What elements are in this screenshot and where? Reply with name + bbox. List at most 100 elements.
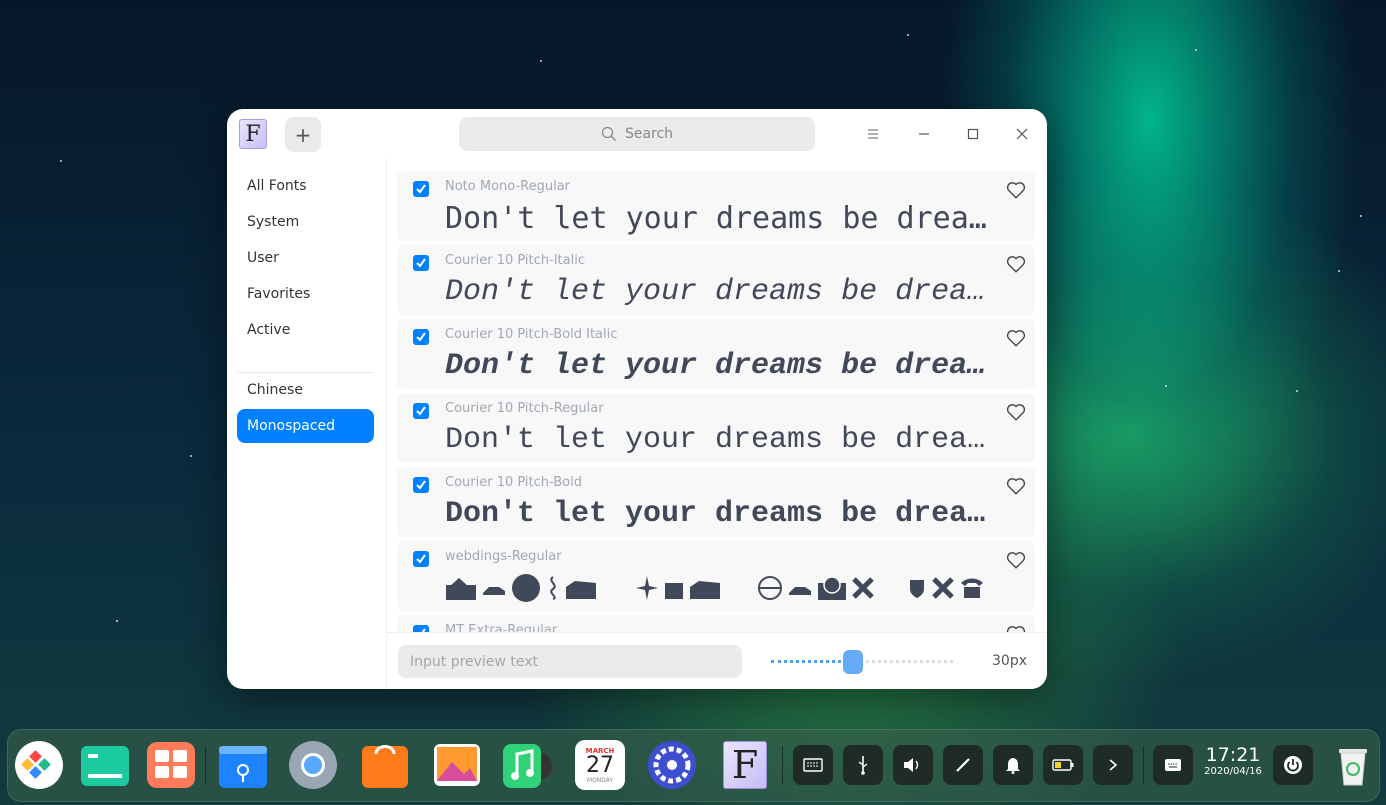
- enable-checkbox[interactable]: [413, 329, 429, 345]
- add-font-button[interactable]: +: [285, 117, 321, 152]
- input-method-tray-button[interactable]: [1153, 745, 1193, 785]
- close-button[interactable]: [1010, 122, 1034, 146]
- bell-icon: [1006, 758, 1020, 774]
- slider-track-empty: [853, 660, 953, 663]
- screenshot-tray-button[interactable]: [943, 745, 983, 785]
- font-preview: Don't let your dreams be dreams: [445, 423, 995, 457]
- sidebar-item-user[interactable]: User: [237, 241, 374, 275]
- search-placeholder: Search: [624, 126, 674, 142]
- trash-icon[interactable]: [1328, 740, 1378, 790]
- car-icon: [483, 587, 505, 595]
- enable-checkbox[interactable]: [413, 403, 429, 419]
- font-row[interactable]: Courier 10 Pitch-Bold Italic Don't let y…: [397, 319, 1035, 389]
- usb-tray-button[interactable]: [843, 745, 883, 785]
- power-tray-button[interactable]: [1273, 745, 1313, 785]
- circle-icon: [512, 574, 540, 602]
- enable-checkbox[interactable]: [413, 255, 429, 271]
- enable-checkbox[interactable]: [413, 181, 429, 197]
- sidebar: All Fonts System User Favorites Active C…: [227, 159, 387, 689]
- calendar-icon[interactable]: MARCH 27 MONDAY: [575, 740, 625, 790]
- heart-icon[interactable]: [1005, 327, 1027, 349]
- check-icon: [416, 480, 426, 490]
- clock-date: 2020/04/16: [1204, 766, 1262, 777]
- maximize-button[interactable]: [961, 122, 985, 146]
- preview-text-input[interactable]: [398, 645, 742, 678]
- battery-tray-button[interactable]: [1043, 745, 1083, 785]
- check-icon: [416, 554, 426, 564]
- font-row[interactable]: Courier 10 Pitch-Regular Don't let your …: [397, 393, 1035, 463]
- x-icon: [852, 577, 874, 599]
- sidebar-item-system[interactable]: System: [237, 205, 374, 239]
- x-icon: [932, 577, 954, 599]
- chevron-right-icon: [1109, 759, 1118, 771]
- font-manager-window: F + Search All Fonts System User Favorit…: [227, 109, 1047, 689]
- font-preview: Don't let your dreams be dreams: [445, 349, 995, 383]
- font-row[interactable]: Courier 10 Pitch-Bold Don't let your dre…: [397, 467, 1035, 537]
- calendar-weekday: MONDAY: [586, 776, 614, 784]
- search-input[interactable]: Search: [459, 117, 815, 151]
- dock-separator: [205, 746, 206, 784]
- car-icon: [789, 587, 811, 595]
- music-player-icon[interactable]: [502, 740, 552, 790]
- heart-icon[interactable]: [1005, 179, 1027, 201]
- keyboard-tray-button[interactable]: [793, 745, 833, 785]
- menu-button[interactable]: [861, 122, 885, 146]
- check-icon: [416, 258, 426, 268]
- font-row[interactable]: Noto Mono-Regular Don't let your dreams …: [397, 171, 1035, 241]
- close-icon: [1016, 128, 1028, 140]
- heart-icon[interactable]: [1005, 475, 1027, 497]
- app-store-icon[interactable]: [360, 740, 410, 790]
- calendar-day: 27: [586, 752, 614, 778]
- heart-icon[interactable]: [1005, 253, 1027, 275]
- slider-track-filled: [771, 660, 853, 663]
- no-entry-icon: [758, 576, 782, 600]
- font-size-slider[interactable]: [771, 650, 953, 674]
- heart-icon[interactable]: [1005, 549, 1027, 571]
- enable-checkbox[interactable]: [413, 625, 429, 632]
- search-icon: [601, 126, 616, 141]
- menu-icon: [868, 129, 878, 139]
- slider-handle[interactable]: [843, 650, 863, 674]
- check-icon: [416, 406, 426, 416]
- notification-tray-button[interactable]: [993, 745, 1033, 785]
- font-row[interactable]: MT Extra-Regular: [397, 615, 1035, 632]
- font-preview: Don't let your dreams be dreams: [445, 497, 995, 531]
- sidebar-item-monospaced[interactable]: Monospaced: [237, 409, 374, 443]
- volume-tray-button[interactable]: [893, 745, 933, 785]
- check-icon: [416, 332, 426, 342]
- font-name: Courier 10 Pitch-Bold: [445, 475, 582, 490]
- clock[interactable]: 17:21 2020/04/16: [1203, 744, 1263, 778]
- titlebar: F + Search: [227, 109, 1047, 159]
- train-icon: [818, 576, 846, 600]
- multitask-view-icon[interactable]: [80, 740, 130, 790]
- font-row[interactable]: Courier 10 Pitch-Italic Don't let your d…: [397, 245, 1035, 315]
- image-viewer-icon[interactable]: [432, 740, 482, 790]
- sidebar-item-favorites[interactable]: Favorites: [237, 277, 374, 311]
- control-center-icon[interactable]: [647, 740, 697, 790]
- maximize-icon: [967, 128, 979, 140]
- app-icon: F: [239, 119, 267, 149]
- sidebar-item-all-fonts[interactable]: All Fonts: [237, 169, 374, 203]
- heart-icon[interactable]: [1005, 623, 1027, 632]
- box-icon: [690, 581, 720, 599]
- enable-checkbox[interactable]: [413, 551, 429, 567]
- workspace-icon[interactable]: [146, 740, 196, 790]
- dock-separator: [1143, 746, 1144, 784]
- enable-checkbox[interactable]: [413, 477, 429, 493]
- font-preview: Don't let your dreams be dreams: [445, 201, 995, 236]
- font-row[interactable]: webdings-Regular: [397, 541, 1035, 611]
- minimize-button[interactable]: [912, 122, 936, 146]
- font-name: Courier 10 Pitch-Italic: [445, 253, 585, 268]
- heart-icon[interactable]: [1005, 401, 1027, 423]
- telephone-icon: [961, 578, 983, 598]
- expand-tray-button[interactable]: [1093, 745, 1133, 785]
- launcher-icon[interactable]: [14, 740, 64, 790]
- sidebar-item-chinese[interactable]: Chinese: [237, 373, 374, 407]
- font-manager-dock-icon[interactable]: F: [720, 740, 770, 790]
- font-list: Noto Mono-Regular Don't let your dreams …: [387, 159, 1047, 632]
- file-manager-icon[interactable]: [218, 740, 268, 790]
- minimize-icon: [919, 133, 929, 135]
- sidebar-item-active[interactable]: Active: [237, 313, 374, 347]
- browser-icon[interactable]: [288, 740, 338, 790]
- webdings-preview: [445, 573, 985, 603]
